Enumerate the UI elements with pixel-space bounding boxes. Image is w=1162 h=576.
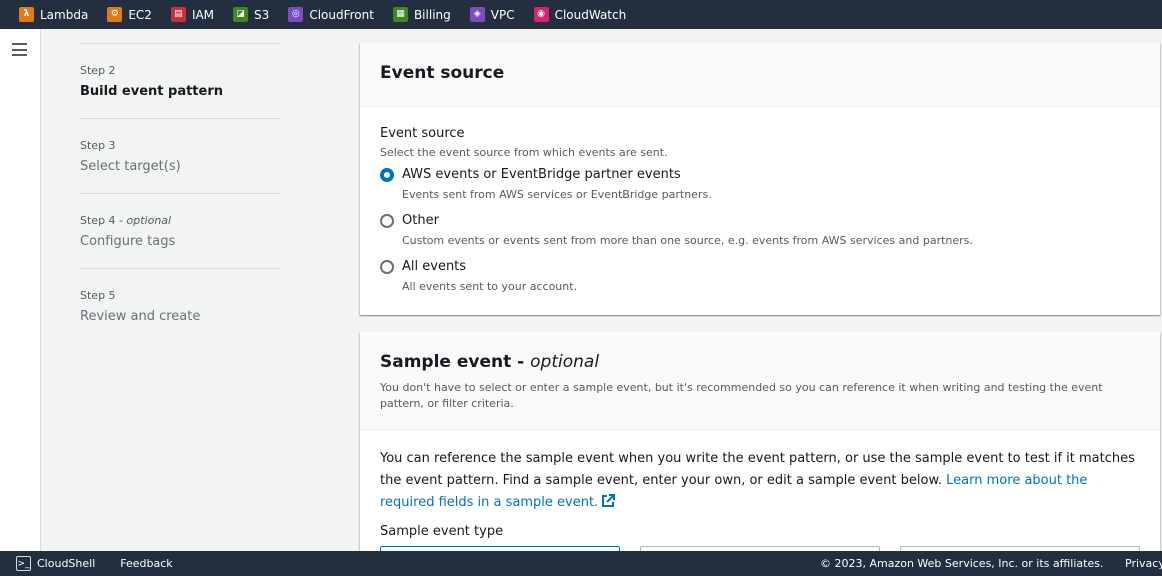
panel-title: Sample event - optional — [380, 352, 1140, 372]
radio-description: All events sent to your account. — [402, 280, 578, 293]
lambda-icon: λ — [19, 7, 34, 22]
favorite-label: CloudWatch — [554, 7, 627, 22]
divider — [80, 29, 280, 44]
favorite-lambda[interactable]: λ Lambda — [19, 7, 88, 22]
vpc-icon: ◈ — [469, 7, 485, 22]
panel-description: You don't have to select or enter a samp… — [380, 381, 1103, 410]
favorite-iam[interactable]: ▤ IAM — [170, 7, 215, 22]
favorite-s3[interactable]: ◪ S3 — [233, 7, 269, 22]
radio-label: AWS events or EventBridge partner events — [402, 167, 681, 182]
wizard-step-4[interactable]: Step 4 - optional Configure tags — [80, 194, 280, 269]
favorite-vpc[interactable]: ◈ VPC — [469, 7, 515, 22]
favorite-label: S3 — [254, 7, 270, 22]
radio-description: Custom events or events sent from more t… — [402, 234, 973, 247]
sample-event-text: You can reference the sample event when … — [380, 448, 1140, 514]
wizard-step-5[interactable]: Step 5 Review and create — [80, 269, 280, 344]
radio-description: Events sent from AWS services or EventBr… — [402, 188, 712, 201]
radio-label: All events — [402, 259, 467, 274]
privacy-link[interactable]: Privacy — [1125, 557, 1162, 570]
side-navigation-rail — [0, 29, 41, 551]
cloudshell-label: CloudShell — [37, 557, 96, 570]
s3-icon: ◪ — [233, 7, 249, 22]
billing-icon: ▦ — [392, 7, 408, 22]
wizard-step-3[interactable]: Step 3 Select target(s) — [80, 119, 280, 194]
step-title: Configure tags — [80, 234, 176, 249]
favorite-label: VPC — [490, 7, 515, 22]
step-title: Review and create — [80, 309, 201, 324]
radio-button[interactable] — [380, 260, 394, 274]
cloudshell-button[interactable]: >_ CloudShell — [16, 556, 95, 571]
step-number: Step 4 - optional — [80, 214, 280, 227]
panel-header: Sample event - optional You don't have t… — [360, 332, 1160, 430]
step-number: Step 3 — [80, 139, 116, 152]
step-number-text: Step 4 - — [80, 214, 127, 227]
field-description: Select the event source from which event… — [380, 146, 668, 159]
field-label: Event source — [380, 126, 465, 141]
radio-aws-events[interactable]: AWS events or EventBridge partner events — [380, 167, 1140, 182]
favorite-label: IAM — [191, 7, 215, 22]
menu-icon[interactable] — [12, 43, 27, 56]
console-footer: >_ CloudShell Feedback © 2023, Amazon We… — [0, 551, 1162, 576]
favorite-label: EC2 — [128, 7, 152, 22]
radio-button[interactable] — [380, 168, 394, 182]
sample-event-panel: Sample event - optional You don't have t… — [360, 332, 1160, 566]
feedback-link[interactable]: Feedback — [120, 557, 172, 570]
favorite-label: CloudFront — [309, 7, 374, 22]
favorite-label: Lambda — [40, 7, 89, 22]
step-title: Select target(s) — [80, 159, 181, 174]
terminal-icon: >_ — [16, 556, 31, 571]
wizard-step-2: Step 2 Build event pattern — [80, 44, 280, 119]
wizard-steps: Step 2 Build event pattern Step 3 Select… — [80, 29, 280, 344]
radio-label: Other — [402, 213, 439, 228]
event-source-panel: Event source Event source Select the eve… — [360, 43, 1160, 315]
sample-event-type-label: Sample event type — [380, 524, 504, 539]
ec2-icon: ⚙ — [107, 7, 123, 22]
panel-body: You can reference the sample event when … — [360, 430, 1160, 543]
panel-title-text: Sample event - — [380, 352, 531, 372]
step-number: Step 2 — [80, 64, 116, 77]
copyright-text: © 2023, Amazon Web Services, Inc. or its… — [820, 557, 1104, 570]
favorite-billing[interactable]: ▦ Billing — [392, 7, 451, 22]
panel-title-optional: optional — [530, 352, 600, 372]
step-number: Step 5 — [80, 289, 116, 302]
cloudfront-icon: ◎ — [288, 7, 304, 22]
radio-other[interactable]: Other — [380, 213, 1140, 228]
favorite-ec2[interactable]: ⚙ EC2 — [107, 7, 152, 22]
step-title: Build event pattern — [80, 84, 223, 99]
panel-title: Event source — [380, 63, 505, 83]
panel-body: Event source Select the event source fro… — [360, 107, 1160, 293]
favorite-cloudwatch[interactable]: ◉ CloudWatch — [533, 7, 627, 22]
panel-header: Event source — [360, 43, 1160, 107]
cloudwatch-icon: ◉ — [533, 7, 549, 22]
iam-icon: ▤ — [170, 7, 186, 22]
step-optional-text: optional — [126, 214, 172, 227]
favorite-label: Billing — [413, 7, 451, 22]
radio-button[interactable] — [380, 214, 394, 228]
radio-all-events[interactable]: All events — [380, 259, 1140, 274]
favorites-bar: λ Lambda ⚙ EC2 ▤ IAM ◪ S3 ◎ CloudFront ▦… — [0, 0, 1162, 29]
favorite-cloudfront[interactable]: ◎ CloudFront — [288, 7, 374, 22]
external-link-icon[interactable] — [601, 494, 616, 508]
